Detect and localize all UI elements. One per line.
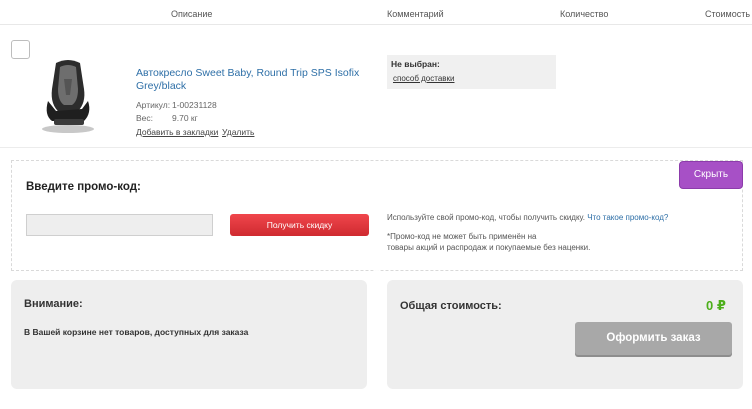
select-item-checkbox[interactable]	[11, 40, 30, 59]
place-order-button[interactable]: Оформить заказ	[575, 322, 732, 355]
promo-note: *Промо-код не может быть применён на тов…	[387, 231, 627, 253]
sku-label: Артикул:	[136, 100, 171, 110]
hide-promo-button[interactable]: Скрыть	[679, 161, 743, 189]
sku-value: 1-00231128	[172, 100, 217, 110]
warning-message: В Вашей корзине нет товаров, доступных д…	[24, 327, 249, 337]
panel-notch-bottom	[367, 389, 387, 409]
column-header-comment: Комментарий	[387, 9, 444, 19]
total-cost-value: 0 ₽	[706, 298, 726, 313]
get-discount-button[interactable]: Получить скидку	[230, 214, 369, 236]
weight-row: Вес: 9.70 кг	[136, 113, 256, 123]
car-seat-product-image[interactable]	[34, 55, 104, 135]
delivery-method-box: Не выбран: способ доставки	[387, 55, 556, 89]
product-title-link[interactable]: Автокресло Sweet Baby, Round Trip SPS Is…	[136, 67, 376, 93]
promo-note-line-1: *Промо-код не может быть применён на	[387, 232, 537, 241]
add-to-bookmarks-link[interactable]: Добавить в закладки	[136, 127, 218, 137]
delivery-method-link[interactable]: способ доставки	[393, 74, 454, 83]
what-is-promo-link[interactable]: Что такое промо-код?	[587, 213, 668, 222]
promo-code-input[interactable]	[26, 214, 213, 236]
column-header-description: Описание	[171, 9, 213, 19]
header-divider	[0, 24, 752, 25]
total-cost-label: Общая стоимость:	[400, 300, 502, 312]
warning-title: Внимание:	[24, 298, 83, 310]
weight-label: Вес:	[136, 113, 154, 123]
promo-info-text: Используйте свой промо-код, чтобы получи…	[387, 213, 687, 222]
sku-row: Артикул: 1-00231128	[136, 100, 256, 110]
panel-notch-middle	[367, 325, 387, 345]
panel-notch-top	[367, 270, 387, 290]
delete-item-link[interactable]: Удалить	[222, 127, 254, 137]
column-header-cost: Стоимость	[705, 9, 751, 19]
delivery-not-selected-label: Не выбран:	[391, 59, 440, 69]
promo-code-title: Введите промо-код:	[26, 181, 141, 193]
promo-info-message: Используйте свой промо-код, чтобы получи…	[387, 213, 585, 222]
weight-value: 9.70 кг	[172, 113, 198, 123]
promo-note-line-2: товары акций и распродаж и покупаемые бе…	[387, 243, 591, 252]
column-header-quantity: Количество	[560, 9, 609, 19]
row-divider	[0, 147, 752, 148]
